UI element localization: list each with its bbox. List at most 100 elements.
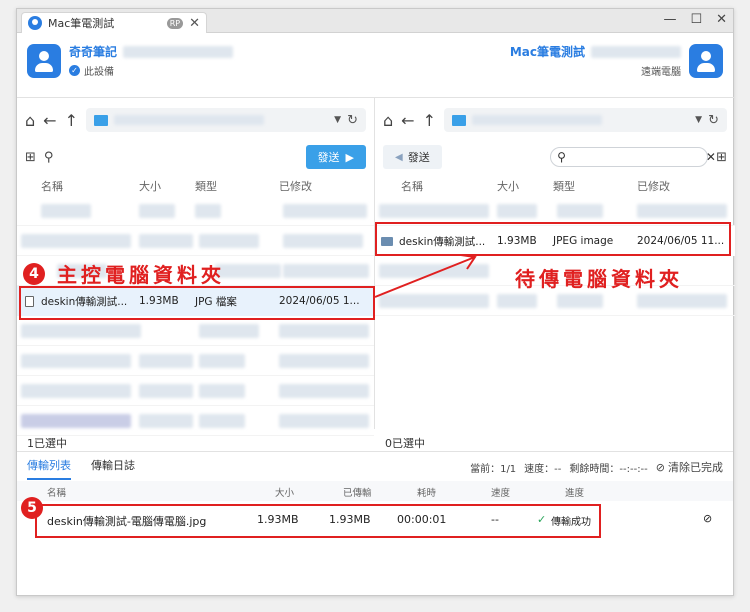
eraser-icon: ⊘ — [655, 460, 665, 474]
file-type: JPG 檔案 — [195, 295, 237, 308]
list-item-selected[interactable]: deskin傳輸測試... 1.93MB JPG 檔案 2024/06/05 1… — [17, 286, 374, 316]
redacted-id — [123, 45, 234, 58]
remote-peer-name: Mac筆電測試 — [509, 45, 585, 59]
transfer-tabs: 傳輸列表 傳輸日誌 — [27, 457, 135, 480]
redacted-path — [113, 115, 264, 125]
home-icon[interactable]: ⌂ — [383, 111, 393, 130]
send-back-button[interactable]: ◀ 發送 — [383, 145, 442, 169]
transfer-table-header: 名稱 大小 已傳輸 耗時 速度 進度 — [17, 481, 733, 501]
home-icon[interactable]: ⌂ — [25, 111, 35, 130]
step-badge-5: 5 — [21, 497, 43, 519]
file-size: 1.93MB — [139, 295, 179, 307]
new-folder-icon[interactable]: ⊞ — [716, 150, 727, 165]
back-icon[interactable]: ← — [43, 111, 56, 130]
speed-status: 速度：-- — [524, 463, 562, 475]
local-peer-name: 奇奇筆記 — [69, 45, 118, 59]
search-icon[interactable]: ⚲ — [44, 150, 54, 165]
tab-transfer-list[interactable]: 傳輸列表 — [27, 457, 71, 480]
tab-transfer-log[interactable]: 傳輸日誌 — [91, 457, 135, 480]
tab-title: Mac筆電測試 — [48, 17, 115, 30]
computer-icon — [451, 114, 466, 126]
app-window: Mac筆電測試 RP ✕ — ☐ ✕ 奇奇筆記 ✓ 此設備 Mac筆電測試 遠端… — [16, 8, 735, 596]
transfer-size: 1.93MB — [257, 513, 299, 526]
column-header: 名稱 大小 類型 已修改 — [375, 178, 735, 196]
col-modified[interactable]: 已修改 — [279, 178, 312, 194]
send-label: 發送 — [407, 151, 430, 164]
clear-icon[interactable]: ✕ — [706, 150, 716, 164]
remote-peer-subtitle: 遠端電腦 — [641, 67, 681, 78]
clear-completed-button[interactable]: ⊘ 清除已完成 — [656, 459, 723, 475]
local-peer: 奇奇筆記 ✓ 此設備 — [27, 43, 234, 78]
list-item[interactable] — [17, 226, 374, 256]
th-progress: 進度 — [565, 488, 585, 499]
file-name: deskin傳輸測試... — [41, 295, 128, 308]
arrow-annotation — [374, 254, 477, 298]
search-field[interactable]: ⚲ ✕ — [550, 147, 716, 167]
new-folder-icon[interactable]: ⊞ — [25, 150, 36, 165]
table-row[interactable]: deskin傳輸測試-電腦傳電腦.jpg 1.93MB 1.93MB 00:00… — [17, 507, 733, 533]
file-list: deskin傳輸測試... 1.93MB JPG 檔案 2024/06/05 1… — [17, 196, 374, 436]
refresh-icon[interactable]: ↻ — [347, 113, 358, 128]
file-type: JPEG image — [553, 235, 614, 247]
back-icon[interactable]: ← — [401, 111, 414, 130]
list-item[interactable] — [17, 316, 374, 346]
annotation-local-folder: 主控電腦資料夾 — [57, 263, 225, 287]
path-bar[interactable]: ▼ ↻ — [443, 108, 727, 132]
up-icon[interactable]: ↑ — [65, 111, 78, 130]
app-logo-icon — [28, 16, 42, 30]
th-size: 大小 — [275, 488, 295, 499]
image-file-icon — [381, 236, 393, 246]
col-size[interactable]: 大小 — [139, 178, 161, 194]
file-modified: 2024/06/05 1... — [279, 295, 360, 307]
send-label: 發送 — [317, 151, 340, 164]
up-icon[interactable]: ↑ — [423, 111, 436, 130]
col-type[interactable]: 類型 — [553, 178, 575, 194]
title-bar: Mac筆電測試 RP ✕ — ☐ ✕ — [17, 9, 733, 33]
list-item[interactable] — [17, 346, 374, 376]
path-bar[interactable]: ▼ ↻ — [85, 108, 366, 132]
transfer-elapsed: 00:00:01 — [397, 513, 447, 526]
col-modified[interactable]: 已修改 — [637, 178, 670, 194]
clear-completed-label: 清除已完成 — [668, 461, 723, 474]
file-icon — [25, 295, 34, 307]
redacted-path — [471, 115, 602, 125]
transfer-transferred: 1.93MB — [329, 513, 371, 526]
play-icon: ▶ — [345, 150, 354, 164]
local-peer-subtitle: 此設備 — [84, 67, 114, 78]
col-name[interactable]: 名稱 — [401, 178, 423, 194]
annotation-remote-folder: 待傳電腦資料夾 — [515, 267, 683, 291]
list-item[interactable] — [17, 376, 374, 406]
th-transferred: 已傳輸 — [343, 488, 372, 499]
close-icon[interactable]: ✕ — [716, 12, 727, 27]
current-count: 當前：1/1 — [470, 463, 517, 475]
minimize-icon[interactable]: — — [663, 12, 676, 27]
dropdown-icon[interactable]: ▼ — [695, 115, 702, 125]
search-input[interactable] — [569, 151, 702, 163]
session-tab[interactable]: Mac筆電測試 RP ✕ — [21, 12, 207, 33]
transfer-progress: 傳輸成功 — [551, 517, 591, 528]
col-size[interactable]: 大小 — [497, 178, 519, 194]
dropdown-icon[interactable]: ▼ — [334, 115, 341, 125]
step-badge-4: 4 — [23, 263, 45, 285]
transfer-status: 當前：1/1 速度：-- 剩餘時間：--:--:-- ⊘ 清除已完成 — [470, 459, 723, 475]
transfer-speed: -- — [491, 513, 499, 526]
divider — [17, 451, 733, 452]
tab-close-icon[interactable]: ✕ — [189, 16, 200, 31]
file-size: 1.93MB — [497, 235, 537, 247]
remove-icon[interactable]: ⊘ — [703, 512, 712, 525]
send-button[interactable]: 發送 ▶ — [305, 145, 366, 169]
right-selection-count: 0已選中 — [385, 437, 425, 450]
left-selection-count: 1已選中 — [27, 437, 67, 450]
refresh-icon[interactable]: ↻ — [708, 113, 719, 128]
th-name: 名稱 — [47, 488, 67, 499]
remote-avatar-icon — [689, 43, 723, 78]
list-item[interactable] — [375, 196, 735, 226]
list-item[interactable] — [17, 406, 374, 436]
col-type[interactable]: 類型 — [195, 178, 217, 194]
play-left-icon: ◀ — [395, 151, 403, 163]
check-icon: ✓ — [69, 65, 80, 76]
search-icon: ⚲ — [557, 150, 566, 164]
list-item[interactable] — [17, 196, 374, 226]
maximize-icon[interactable]: ☐ — [690, 12, 702, 27]
col-name[interactable]: 名稱 — [41, 178, 63, 194]
